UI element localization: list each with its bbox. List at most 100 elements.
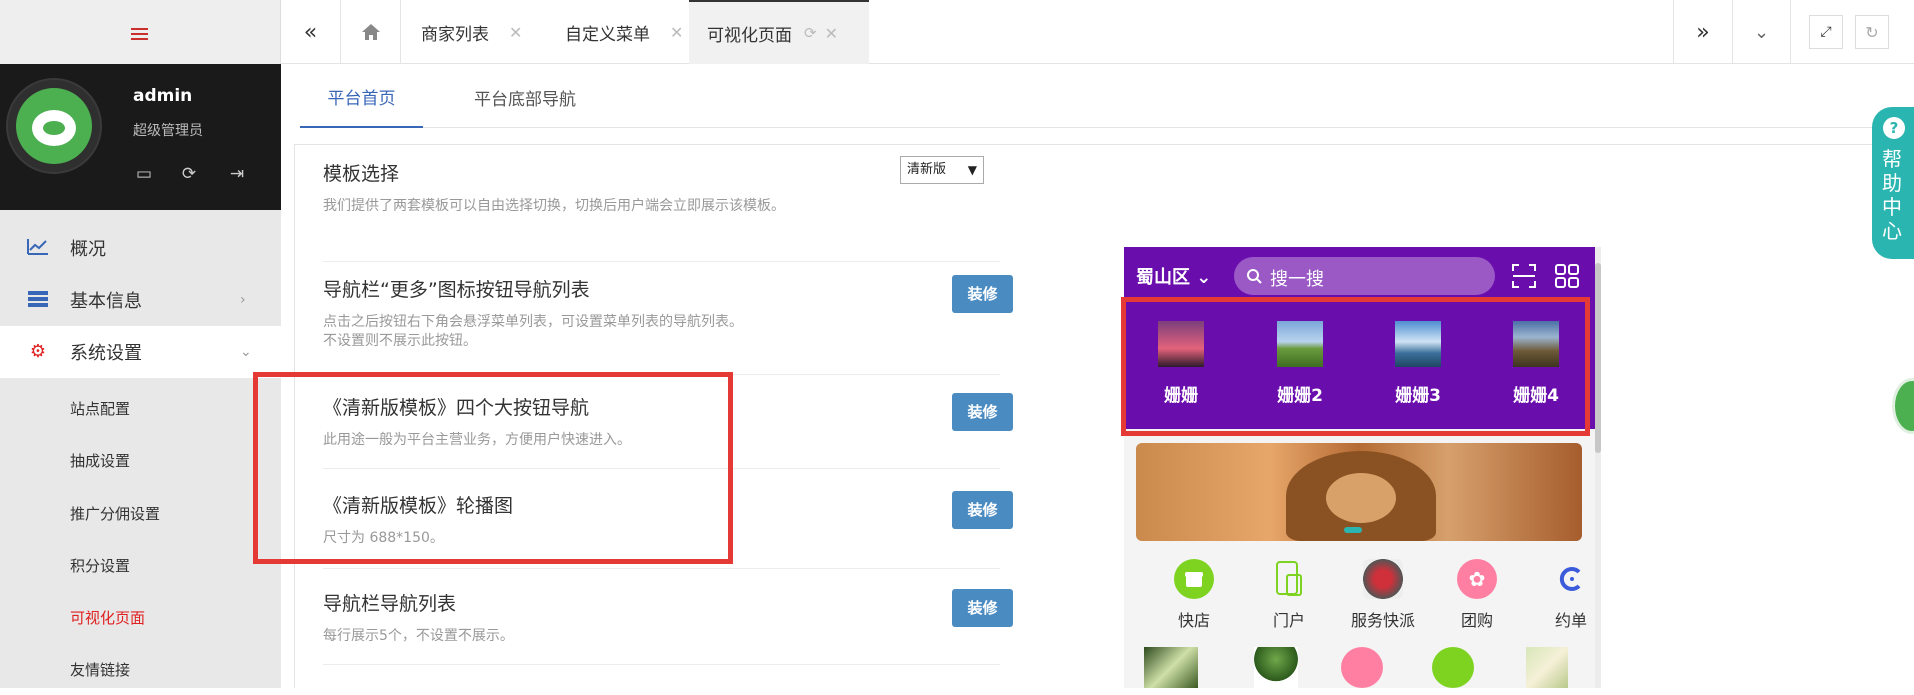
- sub-tabs: 平台首页 平台底部导航: [300, 66, 1914, 128]
- row-desc: 我们提供了两套模板可以自由选择切换，切换后用户端会立即展示该模板。: [323, 198, 785, 214]
- sidebar-subitem-label: 推广分佣设置: [70, 505, 161, 523]
- question-icon: ?: [1883, 117, 1905, 139]
- template-select[interactable]: 清新版 ▼: [900, 156, 984, 184]
- phone-icon-item[interactable]: 快店: [1149, 559, 1239, 631]
- tab-visual-page[interactable]: 可视化页面 ⟳ ✕: [689, 0, 869, 64]
- sidebar-subitem-points[interactable]: 积分设置: [0, 539, 281, 591]
- phone-icon-label: 门户: [1272, 611, 1305, 630]
- caret-down-icon: ▼: [967, 163, 977, 177]
- decorate-button[interactable]: 装修: [952, 393, 1013, 431]
- phone-icon-item[interactable]: 门户: [1244, 559, 1334, 631]
- logo-bar: [0, 0, 281, 64]
- home-icon[interactable]: [341, 0, 401, 64]
- location-label[interactable]: 蜀山区 ⌄: [1136, 263, 1211, 289]
- search-placeholder: 搜一搜: [1270, 269, 1324, 290]
- reload-icon[interactable]: ↻: [1855, 15, 1889, 49]
- highlight-box: [253, 372, 733, 564]
- phone-header: 蜀山区 ⌄ 搜一搜: [1124, 247, 1601, 301]
- phone-icon-label: 约单: [1554, 611, 1587, 630]
- search-icon: [1247, 269, 1262, 284]
- sidebar-subitem-visual-page[interactable]: 可视化页面: [0, 591, 281, 643]
- decorate-button[interactable]: 装修: [952, 275, 1013, 313]
- shop-icon[interactable]: [1432, 647, 1474, 688]
- row-desc: 点击之后按钮右下角会悬浮菜单列表，可设置菜单列表的导航列表。: [323, 314, 743, 330]
- subtab-home[interactable]: 平台首页: [300, 66, 423, 128]
- tab-label: 商家列表: [421, 24, 489, 45]
- chart-line-icon: [26, 238, 50, 258]
- group-buy-icon: ✿: [1457, 559, 1497, 599]
- sidebar-item-label: 系统设置: [70, 343, 142, 364]
- phone-icon-item[interactable]: 约单: [1526, 559, 1601, 631]
- sidebar-subitem-label: 可视化页面: [70, 609, 146, 627]
- sidebar-item-system-settings[interactable]: ⚙ 系统设置 ⌄: [0, 326, 281, 378]
- sidebar-subitem-label: 站点配置: [70, 400, 131, 418]
- close-icon[interactable]: ✕: [670, 23, 683, 42]
- sidebar-item-overview[interactable]: 概况: [0, 222, 281, 274]
- sidebar-item-label: 概况: [70, 239, 106, 260]
- sidebar-item-label: 基本信息: [70, 291, 142, 312]
- monitor-icon[interactable]: ▭: [133, 165, 155, 183]
- decorate-button[interactable]: 装修: [952, 491, 1013, 529]
- user-role: 超级管理员: [133, 123, 203, 139]
- tab-custom-menu[interactable]: 自定义菜单 ✕: [565, 0, 683, 64]
- sidebar-subitem-links[interactable]: 友情链接: [0, 643, 281, 695]
- phone-icon-item[interactable]: 服务快派: [1338, 559, 1428, 631]
- row-title: 导航栏导航列表: [323, 593, 457, 615]
- sidebar-subitem-promotion[interactable]: 推广分佣设置: [0, 487, 281, 539]
- decorate-button[interactable]: 装修: [952, 589, 1013, 627]
- phone-scrollbar[interactable]: [1595, 247, 1601, 688]
- sidebar-subitem-label: 友情链接: [70, 661, 131, 679]
- phone-icon-label: 快店: [1177, 611, 1210, 630]
- row-desc: 每行展示5个，不设置不展示。: [323, 628, 514, 644]
- tab-label: 自定义菜单: [565, 24, 650, 45]
- scan-icon[interactable]: [1511, 263, 1537, 289]
- sidebar-subitem-label: 抽成设置: [70, 452, 131, 470]
- chevron-down-icon[interactable]: ⌄: [1733, 0, 1791, 64]
- thumbnail[interactable]: [1526, 647, 1568, 688]
- grid-icon[interactable]: [1554, 263, 1580, 289]
- refresh-icon[interactable]: ⟳: [178, 165, 200, 183]
- carousel-indicator[interactable]: [1344, 527, 1362, 533]
- mobile-icon: [1269, 559, 1309, 599]
- search-input[interactable]: 搜一搜: [1234, 257, 1495, 295]
- sidebar-subitem-site-config[interactable]: 站点配置: [0, 382, 281, 434]
- highlight-box: [1121, 297, 1590, 436]
- logout-icon[interactable]: ⇥: [226, 165, 248, 183]
- template-select-value: 清新版: [907, 162, 947, 177]
- avatar[interactable]: [6, 78, 102, 174]
- flower-icon[interactable]: [1341, 647, 1383, 688]
- row-title: 导航栏“更多”图标按钮导航列表: [323, 279, 590, 301]
- subtab-bottom-nav[interactable]: 平台底部导航: [450, 66, 600, 128]
- thumbnail[interactable]: [1144, 647, 1198, 688]
- user-panel: admin 超级管理员 ▭ ⟳ ⇥: [0, 64, 281, 210]
- sidebar-subitem-label: 积分设置: [70, 557, 131, 575]
- gear-icon: ⚙: [29, 341, 47, 362]
- list-icon: [26, 290, 50, 310]
- sidebar-subitem-commission[interactable]: 抽成设置: [0, 434, 281, 486]
- sidebar-item-basic-info[interactable]: 基本信息 ›: [0, 274, 281, 326]
- plant-thumbnail[interactable]: [1254, 647, 1298, 688]
- carousel-banner[interactable]: [1136, 443, 1582, 541]
- help-label: 帮助中心: [1882, 147, 1902, 243]
- phone-icon-label: 服务快派: [1350, 611, 1415, 630]
- tab-merchant-list[interactable]: 商家列表 ✕: [421, 0, 522, 64]
- chevron-right-icon: ›: [240, 292, 246, 308]
- tab-bar: « 商家列表 ✕ 自定义菜单 ✕ 可视化页面 ⟳ ✕ » ⌄ ⤢ ↻: [281, 0, 1914, 64]
- close-icon[interactable]: ✕: [509, 23, 522, 42]
- row-title: 模板选择: [323, 163, 400, 185]
- help-center-tab[interactable]: ? 帮助中心: [1872, 107, 1914, 259]
- refresh-icon[interactable]: ⟳: [804, 24, 817, 42]
- fullscreen-icon[interactable]: ⤢: [1809, 15, 1843, 49]
- appointment-icon: [1551, 559, 1591, 599]
- row-desc: 不设置则不展示此按钮。: [323, 333, 477, 349]
- phone-icon-label: 团购: [1460, 611, 1493, 630]
- scroll-right-icon[interactable]: »: [1673, 0, 1733, 64]
- scroll-left-icon[interactable]: «: [281, 0, 341, 64]
- sidebar: admin 超级管理员 ▭ ⟳ ⇥ 概况 基本信息 › ⚙ 系统设置 ⌄ 站点配…: [0, 0, 281, 688]
- menu-toggle-icon[interactable]: [131, 28, 148, 40]
- close-icon[interactable]: ✕: [825, 24, 838, 43]
- phone-icon-item[interactable]: ✿ 团购: [1432, 559, 1522, 631]
- tab-label: 可视化页面: [707, 25, 792, 46]
- service-icon: [1363, 559, 1403, 599]
- user-name: admin: [133, 86, 193, 106]
